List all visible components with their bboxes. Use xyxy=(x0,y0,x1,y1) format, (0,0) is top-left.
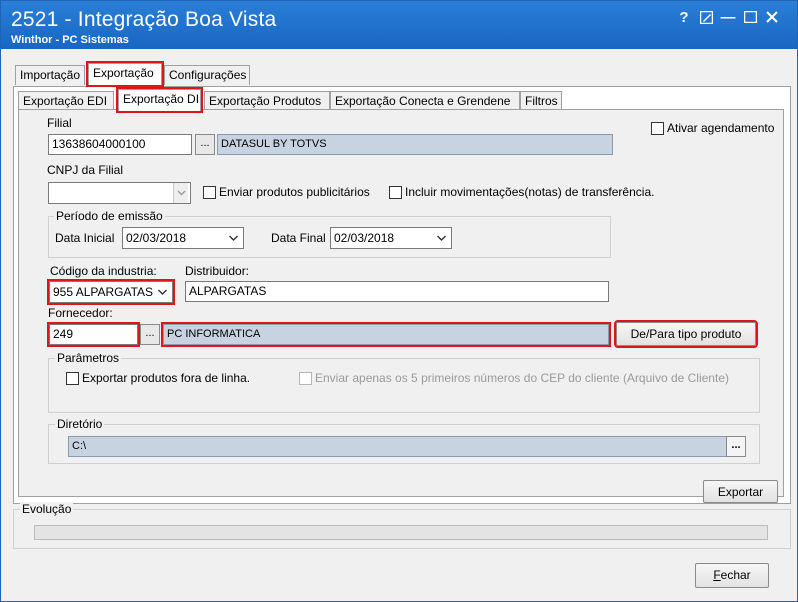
title-bar: 2521 - Integração Boa Vista Winthor - PC… xyxy=(1,1,797,49)
tab-exportacao-di[interactable]: Exportação DI xyxy=(116,87,203,113)
periodo-emissao-title: Período de emissão xyxy=(54,209,165,223)
depara-tipo-produto-button[interactable]: De/Para tipo produto xyxy=(614,320,758,348)
tab-exportacao-produtos[interactable]: Exportação Produtos xyxy=(204,91,330,111)
exportar-fora-linha-label: Exportar produtos fora de linha. xyxy=(82,371,251,385)
fornecedor-search-button[interactable]: ... xyxy=(140,324,160,345)
distribuidor-label: Distribuidor: xyxy=(185,264,250,278)
exportar-button[interactable]: Exportar xyxy=(703,480,778,503)
codigo-industria-select[interactable]: 955 ALPARGATAS xyxy=(47,279,175,305)
incluir-movimentacoes-checkbox[interactable]: Incluir movimentações(notas) de transfer… xyxy=(389,185,654,199)
ativar-agendamento-checkbox[interactable]: Ativar agendamento xyxy=(651,121,774,135)
data-final-label: Data Final xyxy=(271,231,326,245)
enviar-produtos-publicitarios-label: Enviar produtos publicitários xyxy=(219,185,370,199)
app-window: 2521 - Integração Boa Vista Winthor - PC… xyxy=(0,0,798,602)
diretorio-path-field: C:\ xyxy=(68,436,740,457)
data-final-picker[interactable]: 02/03/2018 xyxy=(330,227,452,249)
data-final-value: 02/03/2018 xyxy=(334,231,395,245)
evolucao-group: Evolução xyxy=(13,502,791,549)
incluir-movimentacoes-label: Incluir movimentações(notas) de transfer… xyxy=(405,185,655,199)
help-button[interactable]: ? xyxy=(673,9,695,27)
close-icon[interactable] xyxy=(761,9,783,27)
tab-exportacao[interactable]: Exportação xyxy=(86,61,164,87)
data-inicial-label: Data Inicial xyxy=(55,231,115,245)
distribuidor-input[interactable]: ALPARGATAS xyxy=(185,281,609,302)
fechar-label-rest: echar xyxy=(720,568,751,582)
exportar-fora-linha-checkbox[interactable]: Exportar produtos fora de linha. xyxy=(66,371,250,385)
ativar-agendamento-label: Ativar agendamento xyxy=(667,121,775,135)
cnpj-label: CNPJ da Filial xyxy=(47,163,124,177)
chevron-down-icon xyxy=(155,282,170,302)
fornecedor-name-field: PC INFORMATICA xyxy=(161,322,611,347)
codigo-industria-value: 955 ALPARGATAS xyxy=(53,285,154,299)
filial-label: Filial xyxy=(47,116,72,130)
title-bar-buttons: ? — xyxy=(673,9,783,27)
exportacao-di-content: Filial 13638604000100 ... DATASUL BY TOT… xyxy=(18,109,784,503)
filial-search-button[interactable]: ... xyxy=(195,134,215,155)
edit-icon[interactable] xyxy=(695,9,717,27)
tab-exportacao-edi[interactable]: Exportação EDI xyxy=(18,91,114,111)
window-subtitle: Winthor - PC Sistemas xyxy=(11,34,129,46)
data-inicial-value: 02/03/2018 xyxy=(126,231,187,245)
evolucao-progress-bar xyxy=(34,525,768,540)
parametros-title: Parâmetros xyxy=(55,351,122,365)
diretorio-group: Diretório C:\ ... xyxy=(48,417,760,464)
checkbox-box xyxy=(66,371,79,385)
checkbox-box xyxy=(651,121,664,135)
tab-filtros[interactable]: Filtros xyxy=(520,91,562,111)
fechar-mnemonic: F xyxy=(713,568,721,582)
data-inicial-picker[interactable]: 02/03/2018 xyxy=(122,227,244,249)
chevron-down-icon xyxy=(173,183,188,203)
fornecedor-code-input[interactable]: 249 xyxy=(47,322,140,347)
tab-exportacao-conecta-grendene[interactable]: Exportação Conecta e Grendene xyxy=(330,91,520,111)
evolucao-title: Evolução xyxy=(20,502,74,516)
maximize-icon[interactable] xyxy=(739,9,761,27)
window-client: Importação Exportação Configurações Expo… xyxy=(3,50,795,600)
cnpj-filial-select[interactable] xyxy=(48,182,191,204)
enviar-cep-label: Enviar apenas os 5 primeiros números do … xyxy=(315,371,729,385)
diretorio-browse-button[interactable]: ... xyxy=(726,436,746,457)
tab-importacao[interactable]: Importação xyxy=(15,65,85,85)
window-title: 2521 - Integração Boa Vista xyxy=(11,8,277,31)
checkbox-box xyxy=(299,371,312,385)
exportacao-panel: Exportação EDI Exportação DI Exportação … xyxy=(13,86,791,504)
minimize-button[interactable]: — xyxy=(717,9,739,27)
filial-name-field: DATASUL BY TOTVS xyxy=(217,134,613,155)
checkbox-box xyxy=(203,185,216,199)
enviar-cep-checkbox: Enviar apenas os 5 primeiros números do … xyxy=(299,371,729,385)
enviar-produtos-publicitarios-checkbox[interactable]: Enviar produtos publicitários xyxy=(203,185,370,199)
codigo-industria-label: Código da industria: xyxy=(50,264,157,278)
periodo-emissao-group: Período de emissão Data Inicial 02/03/20… xyxy=(48,209,611,258)
chevron-down-icon xyxy=(434,228,449,248)
filial-code-input[interactable]: 13638604000100 xyxy=(48,134,192,155)
fechar-button[interactable]: Fechar xyxy=(695,563,769,588)
checkbox-box xyxy=(389,185,402,199)
parametros-group: Parâmetros Exportar produtos fora de lin… xyxy=(48,351,760,413)
chevron-down-icon xyxy=(226,228,241,248)
diretorio-title: Diretório xyxy=(55,417,105,431)
tab-configuracoes[interactable]: Configurações xyxy=(164,65,250,85)
fornecedor-label: Fornecedor: xyxy=(48,306,113,320)
